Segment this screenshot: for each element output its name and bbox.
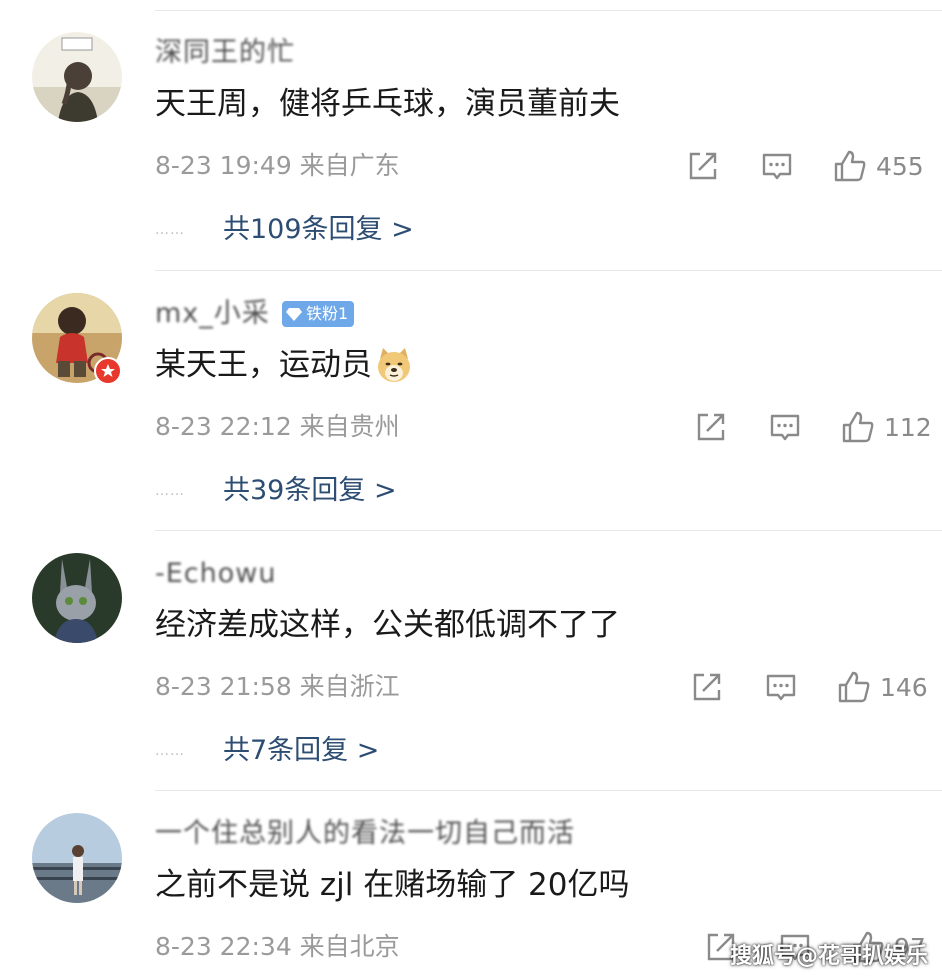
- thumbs-up-icon: [832, 148, 868, 184]
- replies-link[interactable]: …… 共7条回复 >: [155, 733, 379, 769]
- comment-icon: [760, 149, 794, 183]
- replies-dots: ……: [155, 483, 185, 499]
- divider: [155, 530, 942, 531]
- like-count: 112: [884, 412, 932, 442]
- replies-count: 共39条回复 >: [223, 475, 397, 506]
- comment-button[interactable]: [760, 146, 794, 186]
- repost-button[interactable]: [690, 667, 724, 707]
- avatar[interactable]: [32, 32, 122, 122]
- avatar[interactable]: [32, 553, 122, 643]
- comment-text-content: 经济差成这样，公关都低调不了了: [155, 607, 620, 643]
- repost-icon: [694, 410, 728, 444]
- comment-text-content: 某天王，运动员: [155, 347, 372, 383]
- like-count: 455: [876, 151, 924, 181]
- timestamp-location: 8-23 19:49 来自广东: [155, 151, 400, 180]
- replies-dots: ……: [155, 743, 185, 759]
- repost-icon: [690, 670, 724, 704]
- username[interactable]: mx_小采: [155, 299, 270, 329]
- divider: [155, 10, 942, 11]
- comment-list-page: 深同王的忙 天王周，健将乒乓球，演员董前夫 8-23 19:49 来自广东 45…: [0, 0, 942, 978]
- comment-text: 天王周，健将乒乓球，演员董前夫: [155, 84, 620, 124]
- avatar[interactable]: [32, 813, 122, 903]
- comment-text: 经济差成这样，公关都低调不了了: [155, 605, 620, 645]
- thumbs-up-icon: [840, 409, 876, 445]
- repost-button[interactable]: [694, 407, 728, 447]
- username[interactable]: -Echowu: [155, 559, 276, 589]
- replies-dots: ……: [155, 222, 185, 238]
- comment-button[interactable]: [768, 407, 802, 447]
- timestamp-location: 8-23 21:58 来自浙江: [155, 672, 400, 701]
- replies-count: 共7条回复 >: [223, 735, 380, 766]
- comment-button[interactable]: [764, 667, 798, 707]
- like-button[interactable]: 455: [832, 146, 924, 186]
- replies-link[interactable]: …… 共39条回复 >: [155, 473, 397, 509]
- comment-text: 某天王，运动员: [155, 345, 414, 385]
- doge-emoji: [374, 345, 414, 385]
- verified-badge: [94, 357, 122, 385]
- comment-icon: [764, 670, 798, 704]
- timestamp-location: 8-23 22:34 来自北京: [155, 932, 400, 961]
- watermark: 搜狐号@花哥扒娱乐: [729, 944, 928, 969]
- username[interactable]: 一个住总别人的看法一切自己而活: [155, 819, 575, 849]
- like-button[interactable]: 112: [840, 407, 932, 447]
- comment-text-content: 天王周，健将乒乓球，演员董前夫: [155, 86, 620, 122]
- replies-count: 共109条回复 >: [223, 214, 414, 245]
- repost-button[interactable]: [686, 146, 720, 186]
- fan-badge-label: 铁粉1: [306, 304, 349, 323]
- thumbs-up-icon: [836, 669, 872, 705]
- fan-badge: 铁粉1: [282, 301, 355, 327]
- comment-icon: [768, 410, 802, 444]
- comment-text-content: 之前不是说 zjl 在赌场输了 20亿吗: [155, 867, 630, 903]
- timestamp-location: 8-23 22:12 来自贵州: [155, 412, 400, 441]
- username[interactable]: 深同王的忙: [155, 38, 295, 68]
- diamond-icon: [286, 306, 302, 322]
- like-button[interactable]: 146: [836, 667, 928, 707]
- repost-icon: [686, 149, 720, 183]
- replies-link[interactable]: …… 共109条回复 >: [155, 212, 414, 248]
- like-count: 146: [880, 672, 928, 702]
- comment-text: 之前不是说 zjl 在赌场输了 20亿吗: [155, 865, 630, 905]
- divider: [155, 270, 942, 271]
- divider: [155, 790, 942, 791]
